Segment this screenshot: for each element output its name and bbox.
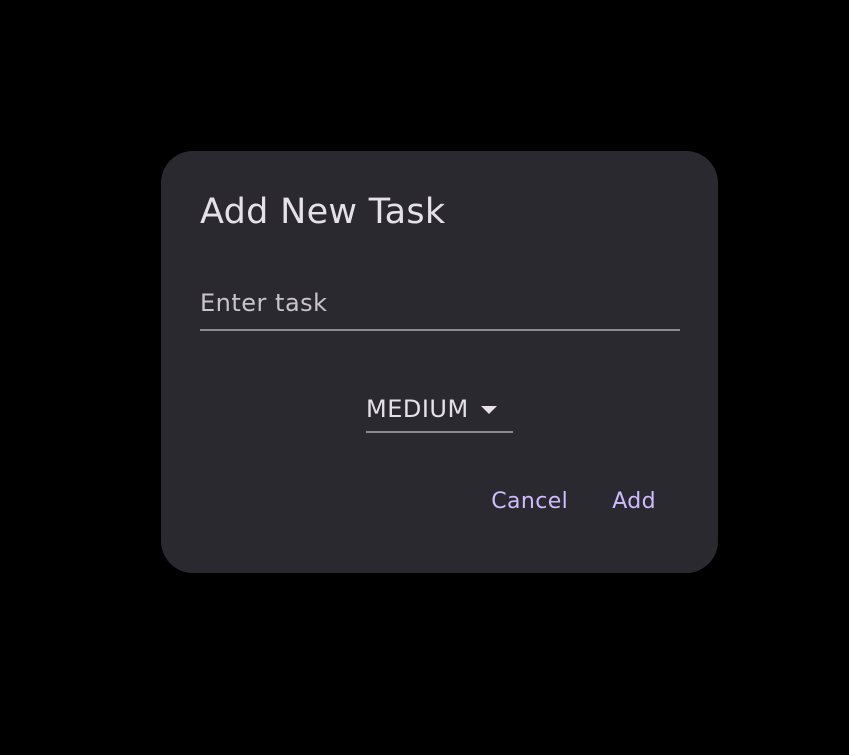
task-field xyxy=(200,279,680,343)
priority-selected-value: MEDIUM xyxy=(366,395,469,423)
add-button[interactable]: Add xyxy=(590,481,678,522)
add-task-dialog: Add New Task MEDIUM Cancel Add xyxy=(161,151,718,573)
task-input[interactable] xyxy=(200,279,680,331)
dialog-title: Add New Task xyxy=(200,192,446,232)
cancel-button[interactable]: Cancel xyxy=(469,481,590,522)
priority-dropdown[interactable]: MEDIUM xyxy=(366,387,513,433)
dropdown-arrow-icon xyxy=(480,406,497,414)
dialog-actions: Cancel Add xyxy=(469,481,678,522)
